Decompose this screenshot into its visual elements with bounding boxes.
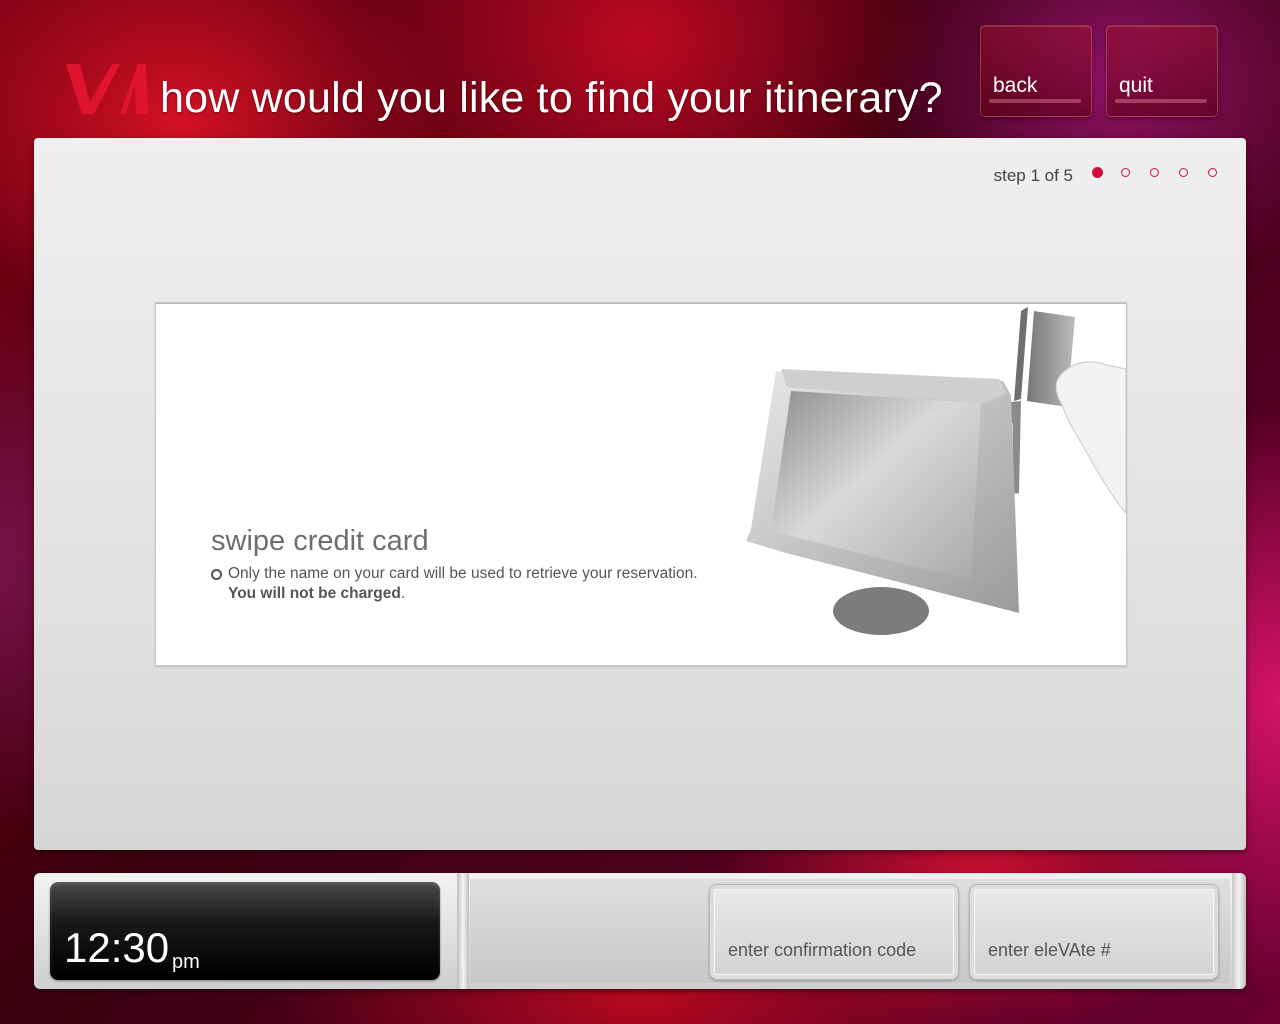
- enter-elevate-number-label: enter eleVAte #: [988, 940, 1111, 960]
- step-dot-5: [1208, 168, 1217, 177]
- option-note-text: You will not be charged: [228, 585, 401, 602]
- option-note-period: .: [400, 585, 406, 602]
- enter-confirmation-code-button[interactable]: enter confirmation code: [709, 884, 959, 980]
- back-button-label: back: [993, 74, 1038, 97]
- bottom-bar: 12:30 pm enter confirmation code enter e…: [34, 873, 1246, 989]
- step-dot-4: [1179, 168, 1188, 177]
- back-button[interactable]: back: [980, 25, 1092, 117]
- enter-confirmation-code-label: enter confirmation code: [728, 940, 917, 960]
- clock-panel: 12:30 pm: [50, 882, 440, 980]
- step-dot-3: [1150, 168, 1159, 177]
- enter-elevate-number-button[interactable]: enter eleVAte #: [969, 884, 1219, 980]
- step-indicator-dots: [1092, 167, 1217, 182]
- bullet-icon: [211, 569, 222, 580]
- page-title: how would you like to find your itinerar…: [160, 74, 943, 122]
- step-dot-2: [1121, 168, 1130, 177]
- step-dot-1: [1092, 167, 1103, 178]
- option-title: swipe credit card: [211, 525, 429, 557]
- clock-ampm: pm: [172, 951, 200, 973]
- virgin-america-logo: VA: [66, 64, 148, 114]
- quit-button-highlight: [1115, 99, 1207, 103]
- quit-button-label: quit: [1119, 74, 1153, 97]
- option-note: You will not be charged.: [228, 585, 405, 603]
- back-button-highlight: [989, 99, 1081, 103]
- step-indicator-text: step 1 of 5: [993, 166, 1073, 185]
- quit-button[interactable]: quit: [1106, 25, 1218, 117]
- main-panel: step 1 of 5 swipe credit card Only the n…: [34, 138, 1246, 850]
- clock-time: 12:30: [64, 924, 170, 971]
- bottom-right-cap: [1232, 873, 1246, 989]
- swipe-credit-card-option[interactable]: swipe credit card Only the name on your …: [155, 302, 1127, 666]
- bottom-divider: [457, 873, 469, 989]
- option-description: Only the name on your card will be used …: [228, 565, 698, 582]
- kiosk-card-swipe-illustration: [746, 307, 1126, 635]
